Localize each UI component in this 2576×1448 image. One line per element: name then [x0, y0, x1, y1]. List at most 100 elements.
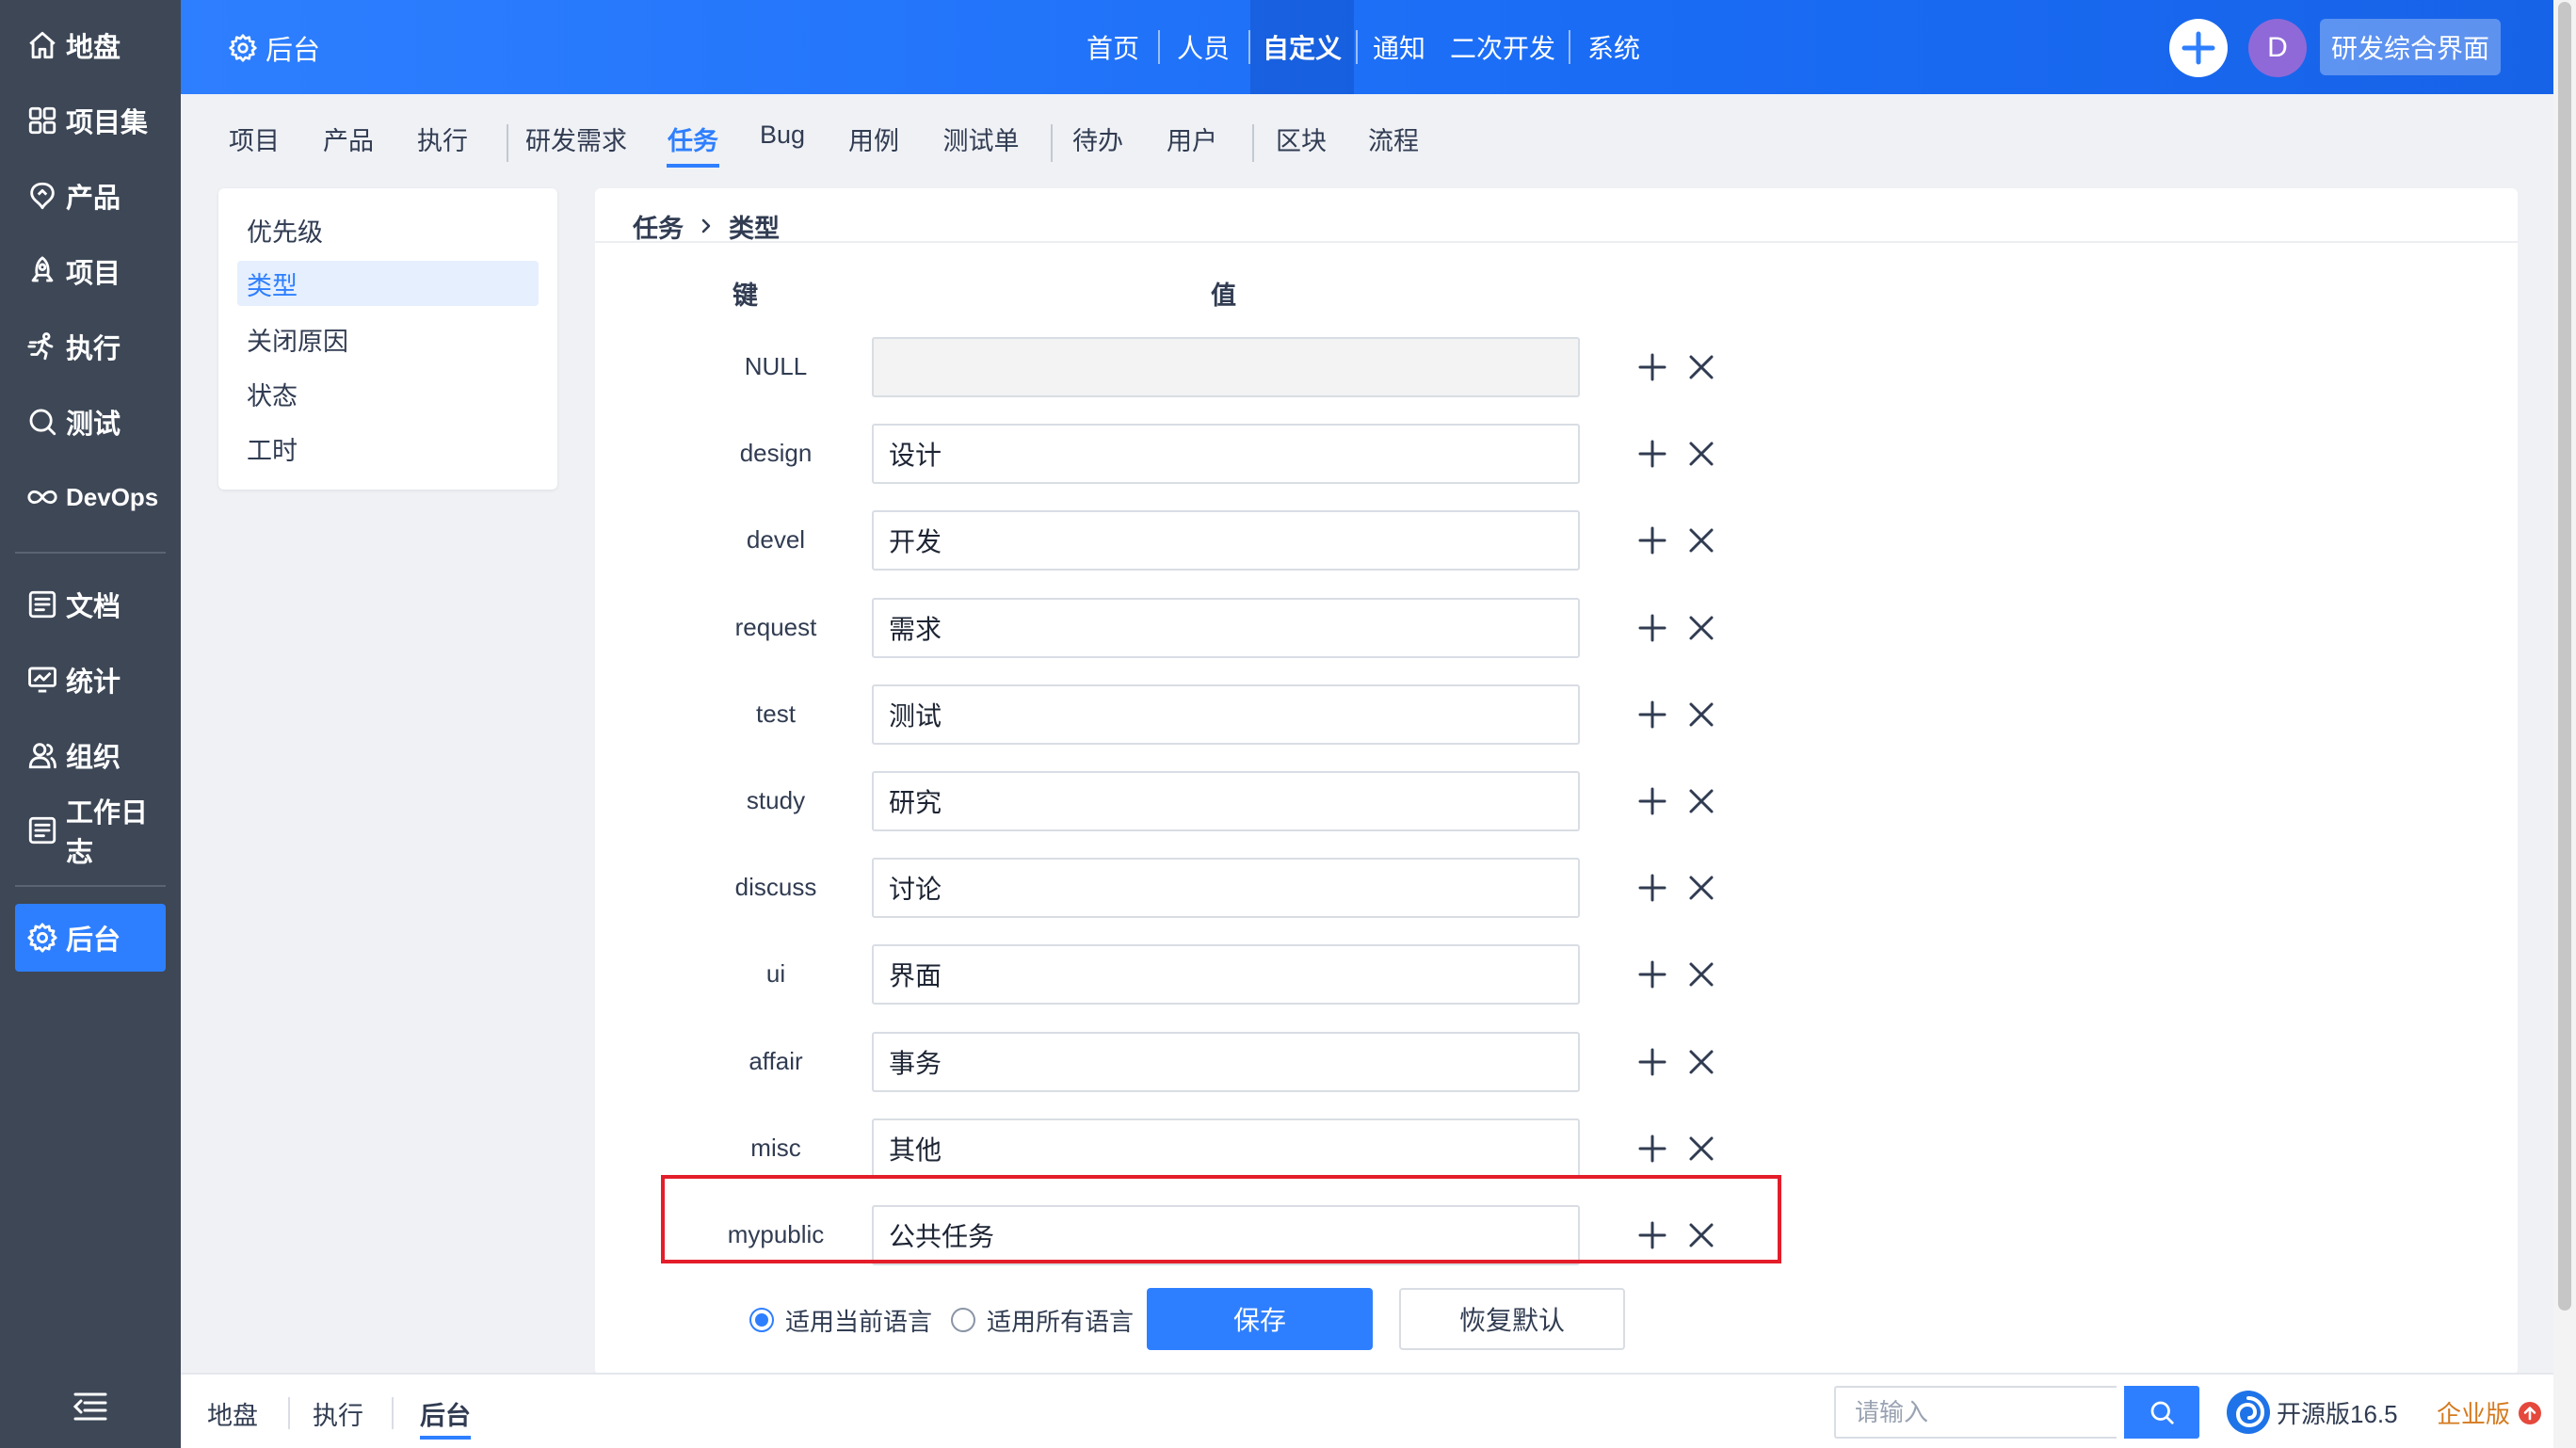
breadcrumb-item[interactable]: 任务: [633, 208, 684, 245]
add-row-icon[interactable]: [1636, 1046, 1668, 1078]
nav-system[interactable]: 系统: [1576, 0, 1651, 94]
row-key: test: [756, 699, 796, 728]
subnav-execution[interactable]: 执行: [416, 121, 469, 168]
add-row-icon[interactable]: [1636, 524, 1668, 556]
sidebar-item-organization[interactable]: 组织: [15, 721, 166, 789]
delete-row-icon[interactable]: [1687, 700, 1715, 729]
menu-item-hours[interactable]: 工时: [237, 426, 539, 471]
delete-row-icon[interactable]: [1687, 353, 1715, 381]
subnav-user[interactable]: 用户: [1166, 121, 1218, 168]
nav-custom[interactable]: 自定义: [1250, 0, 1354, 94]
footer-separator: [392, 1397, 394, 1429]
radio-all-languages[interactable]: [951, 1308, 976, 1332]
scrollbar-thumb[interactable]: [2558, 2, 2571, 1311]
subnav-project[interactable]: 项目: [228, 121, 281, 168]
sidebar-item-devops[interactable]: DevOps: [15, 463, 166, 531]
row-key: study: [746, 786, 806, 814]
menu-item-close-reason[interactable]: 关闭原因: [237, 316, 539, 362]
delete-row-icon[interactable]: [1687, 1134, 1715, 1163]
workspace-switch-button[interactable]: 研发综合界面: [2320, 19, 2501, 75]
subnav-flow[interactable]: 流程: [1367, 121, 1420, 168]
row-value-input[interactable]: [872, 424, 1580, 485]
delete-row-icon[interactable]: [1687, 874, 1715, 902]
search-button[interactable]: [2124, 1386, 2199, 1439]
radio-label[interactable]: 适用所有语言: [987, 1303, 1134, 1338]
footer-crumb[interactable]: 后台: [420, 1395, 471, 1440]
subnav-requirement[interactable]: 研发需求: [523, 121, 629, 168]
subnav-case[interactable]: 用例: [847, 121, 900, 168]
sidebar-item-statistics[interactable]: 统计: [15, 646, 166, 714]
add-row-icon[interactable]: [1636, 351, 1668, 383]
row-value-input[interactable]: [872, 597, 1580, 658]
sidebar-item-label: 测试: [66, 410, 121, 440]
menu-collapse-icon[interactable]: [72, 1390, 109, 1424]
nav-separator: [1158, 30, 1160, 64]
sidebar-item-execution[interactable]: 执行: [15, 313, 166, 380]
add-row-icon[interactable]: [1636, 612, 1668, 644]
menu-item-status[interactable]: 状态: [237, 371, 539, 416]
sidebar-item-program[interactable]: 项目集: [15, 87, 166, 154]
add-row-icon[interactable]: [1636, 872, 1668, 904]
sidebar-item-worklog[interactable]: 工作日志: [15, 796, 166, 868]
scrollbar[interactable]: [2553, 0, 2576, 1448]
delete-row-icon[interactable]: [1687, 440, 1715, 468]
divider: [595, 241, 2518, 243]
subnav-bug[interactable]: Bug: [759, 121, 806, 168]
add-row-icon[interactable]: [1636, 438, 1668, 470]
menu-item-type[interactable]: 类型: [237, 261, 539, 306]
sidebar-item-admin[interactable]: 后台: [15, 904, 166, 972]
nav-people[interactable]: 人员: [1166, 0, 1241, 94]
subnav-todo[interactable]: 待办: [1071, 121, 1124, 168]
delete-row-icon[interactable]: [1687, 526, 1715, 555]
add-row-icon[interactable]: [1636, 699, 1668, 731]
people-icon: [28, 743, 56, 769]
sub-navigation: 项目 产品 执行 研发需求 任务 Bug 用例 测试单 待办 用户 区块 流程: [181, 94, 2553, 192]
sidebar-item-test[interactable]: 测试: [15, 388, 166, 456]
nav-notify[interactable]: 通知: [1361, 0, 1437, 94]
subnav-product[interactable]: 产品: [322, 121, 375, 168]
row-value-input[interactable]: [872, 944, 1580, 1006]
zentao-logo-icon: [2227, 1391, 2270, 1434]
add-row-icon[interactable]: [1636, 785, 1668, 817]
delete-row-icon[interactable]: [1687, 1048, 1715, 1076]
avatar[interactable]: D: [2248, 19, 2307, 77]
restore-default-button[interactable]: 恢复默认: [1399, 1288, 1625, 1350]
radio-label[interactable]: 适用当前语言: [785, 1303, 932, 1338]
arrow-up-circle-icon: [2519, 1401, 2542, 1424]
subnav-separator: [1252, 124, 1254, 162]
nav-home[interactable]: 首页: [1075, 0, 1151, 94]
save-button[interactable]: 保存: [1147, 1288, 1373, 1350]
rocket-icon: [31, 256, 54, 282]
row-value-input[interactable]: [872, 1118, 1580, 1179]
nav-separator: [1356, 30, 1358, 64]
footer-separator: [288, 1397, 290, 1429]
sidebar-item-project[interactable]: 项目: [15, 237, 166, 305]
subnav-testtask[interactable]: 测试单: [942, 121, 1021, 168]
radio-current-language[interactable]: [749, 1308, 774, 1332]
create-button[interactable]: [2169, 19, 2228, 77]
add-row-icon[interactable]: [1636, 1133, 1668, 1165]
row-value-input[interactable]: [872, 684, 1580, 745]
delete-row-icon[interactable]: [1687, 787, 1715, 815]
menu-item-priority[interactable]: 优先级: [237, 207, 539, 252]
footer-crumb[interactable]: 地盘: [207, 1395, 258, 1432]
row-key: discuss: [734, 873, 817, 902]
sidebar-item-dashboard[interactable]: 地盘: [15, 11, 166, 79]
search-input[interactable]: [1834, 1386, 2117, 1439]
row-value-input[interactable]: [872, 1031, 1580, 1092]
delete-row-icon[interactable]: [1687, 960, 1715, 989]
upgrade-link[interactable]: 企业版: [2437, 1395, 2542, 1430]
row-value-input[interactable]: [872, 510, 1580, 571]
subnav-task[interactable]: 任务: [667, 121, 719, 168]
row-value-input[interactable]: [872, 337, 1580, 397]
nav-dev[interactable]: 二次开发: [1446, 0, 1559, 94]
add-row-icon[interactable]: [1636, 958, 1668, 990]
subnav-block[interactable]: 区块: [1275, 121, 1328, 168]
delete-row-icon[interactable]: [1687, 614, 1715, 642]
footer-crumb[interactable]: 执行: [313, 1395, 363, 1432]
row-value-input[interactable]: [872, 771, 1580, 831]
admin-title[interactable]: 后台: [228, 28, 320, 68]
sidebar-item-product[interactable]: 产品: [15, 162, 166, 230]
sidebar-item-doc[interactable]: 文档: [15, 571, 166, 638]
row-value-input[interactable]: [872, 858, 1580, 919]
